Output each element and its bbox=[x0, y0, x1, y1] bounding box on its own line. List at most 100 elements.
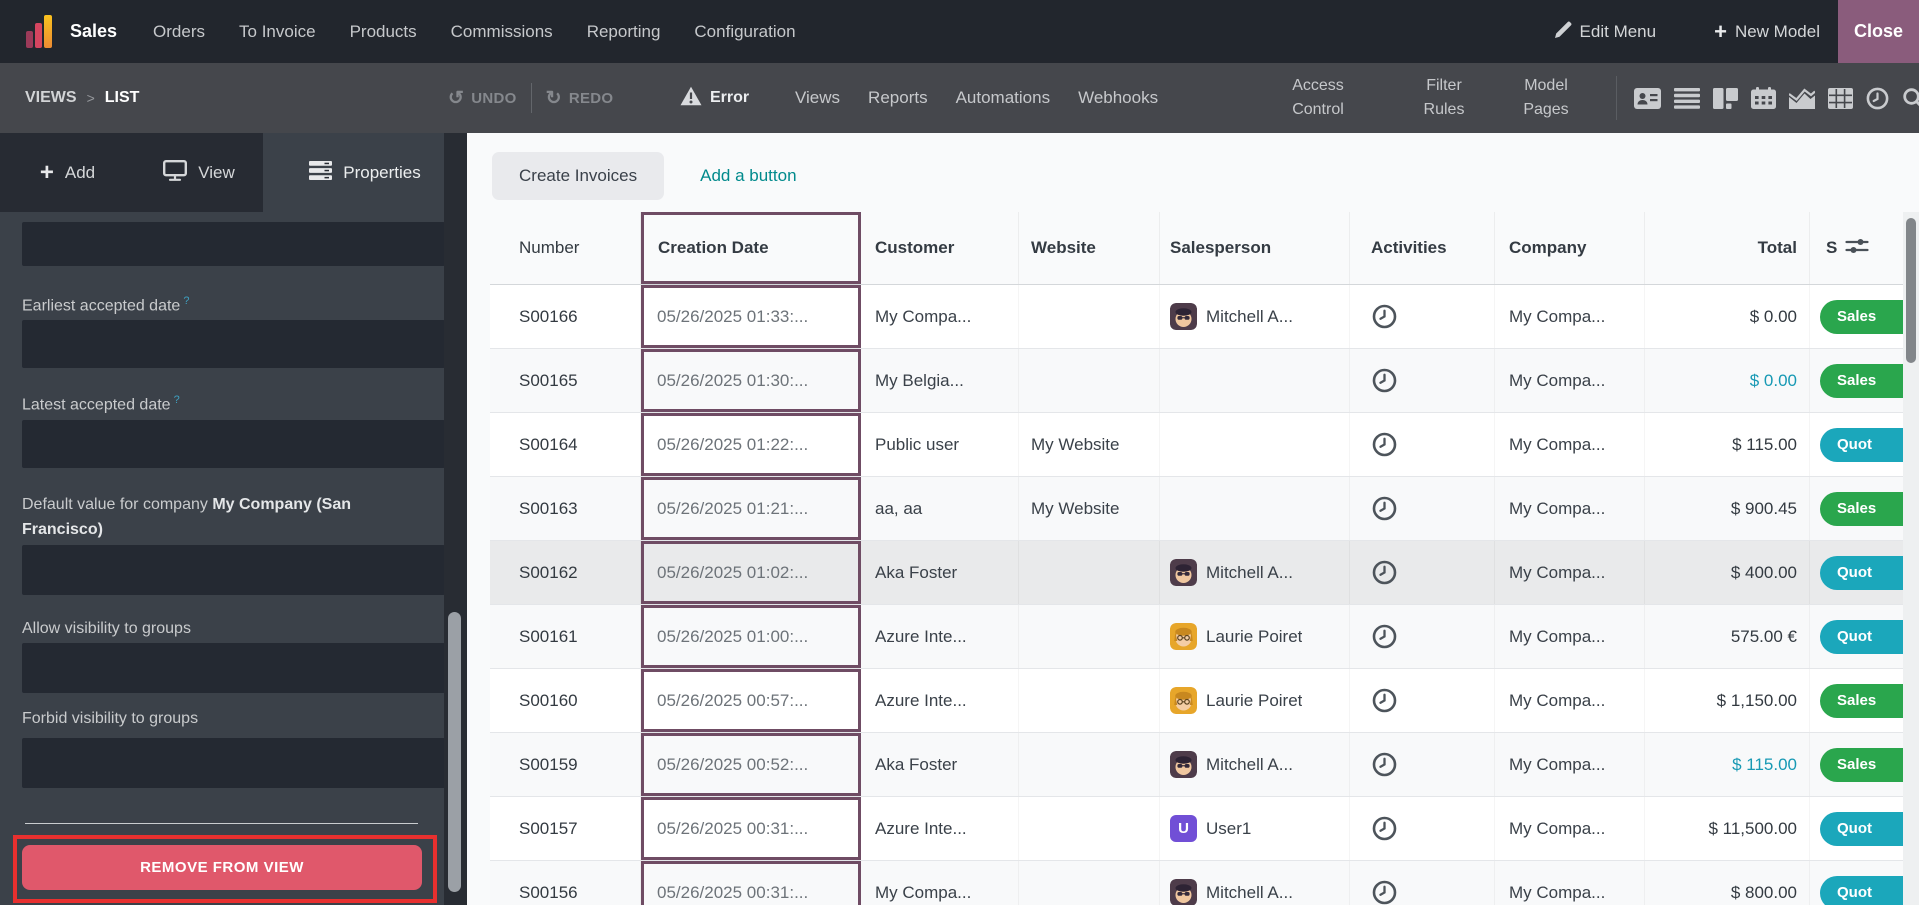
total-cell[interactable]: 575.00 € bbox=[1645, 605, 1810, 668]
sliders-icon[interactable] bbox=[1845, 236, 1869, 261]
total-cell[interactable]: $ 115.00 bbox=[1645, 733, 1810, 796]
table-row[interactable]: S00162 05/26/2025 01:02:... Aka Foster Mitc… bbox=[490, 541, 1904, 605]
activities-cell[interactable] bbox=[1350, 861, 1495, 905]
nav-item-configuration[interactable]: Configuration bbox=[694, 22, 795, 42]
new-model-button[interactable]: + New Model bbox=[1714, 20, 1820, 43]
status-cell[interactable]: Sales bbox=[1810, 285, 1904, 348]
status-cell[interactable]: Quot bbox=[1810, 861, 1904, 905]
column-header-company[interactable]: Company bbox=[1495, 212, 1645, 284]
customer-cell[interactable]: Aka Foster bbox=[861, 733, 1019, 796]
customer-cell[interactable]: aa, aa bbox=[861, 477, 1019, 540]
nav-item-orders[interactable]: Orders bbox=[153, 22, 205, 42]
creation-date-cell[interactable]: 05/26/2025 01:21:... bbox=[641, 477, 861, 540]
record-number-cell[interactable]: S00157 bbox=[490, 797, 641, 860]
status-cell[interactable]: Sales bbox=[1810, 349, 1904, 412]
toolbar-link-filter-rules[interactable]: Filter Rules bbox=[1398, 63, 1490, 133]
total-cell[interactable]: $ 800.00 bbox=[1645, 861, 1810, 905]
forbid-visibility-groups-input[interactable] bbox=[22, 738, 445, 788]
total-cell[interactable]: $ 11,500.00 bbox=[1645, 797, 1810, 860]
company-cell[interactable]: My Compa... bbox=[1495, 413, 1645, 476]
column-header-total[interactable]: Total bbox=[1645, 212, 1810, 284]
record-number-cell[interactable]: S00156 bbox=[490, 861, 641, 905]
status-cell[interactable]: Quot bbox=[1810, 413, 1904, 476]
total-cell[interactable]: $ 400.00 bbox=[1645, 541, 1810, 604]
pivot-view-icon[interactable] bbox=[1828, 87, 1853, 109]
activities-cell[interactable] bbox=[1350, 477, 1495, 540]
main-scrollbar-thumb[interactable] bbox=[1906, 218, 1916, 363]
latest-accepted-date-input[interactable] bbox=[22, 420, 445, 468]
apps-menu-icon[interactable] bbox=[26, 15, 52, 48]
record-number-cell[interactable]: S00159 bbox=[490, 733, 641, 796]
activities-cell[interactable] bbox=[1350, 669, 1495, 732]
total-cell[interactable]: $ 900.45 bbox=[1645, 477, 1810, 540]
close-studio-button[interactable]: Close bbox=[1838, 0, 1919, 63]
salesperson-cell[interactable] bbox=[1160, 349, 1350, 412]
record-number-cell[interactable]: S00161 bbox=[490, 605, 641, 668]
column-header-activities[interactable]: Activities bbox=[1350, 212, 1495, 284]
record-number-cell[interactable]: S00162 bbox=[490, 541, 641, 604]
list-view-icon[interactable] bbox=[1674, 87, 1700, 109]
column-header-number[interactable]: Number bbox=[490, 212, 641, 284]
clock-icon[interactable] bbox=[1371, 815, 1398, 842]
company-cell[interactable]: My Compa... bbox=[1495, 733, 1645, 796]
toolbar-link-webhooks[interactable]: Webhooks bbox=[1078, 88, 1158, 108]
total-cell[interactable]: $ 0.00 bbox=[1645, 349, 1810, 412]
company-cell[interactable]: My Compa... bbox=[1495, 605, 1645, 668]
remove-from-view-button[interactable]: REMOVE FROM VIEW bbox=[22, 845, 422, 890]
table-row[interactable]: S00156 05/26/2025 00:31:... My Compa... Mit… bbox=[490, 861, 1904, 905]
company-cell[interactable]: My Compa... bbox=[1495, 541, 1645, 604]
customer-cell[interactable]: Aka Foster bbox=[861, 541, 1019, 604]
customer-cell[interactable]: Azure Inte... bbox=[861, 669, 1019, 732]
allow-visibility-groups-input[interactable] bbox=[22, 643, 445, 693]
sidebar-scrollbar-thumb[interactable] bbox=[448, 612, 461, 892]
website-cell[interactable] bbox=[1019, 605, 1160, 668]
property-input-top[interactable] bbox=[22, 222, 445, 266]
default-company-input[interactable] bbox=[22, 545, 445, 595]
toolbar-link-access-control[interactable]: Access Control bbox=[1243, 63, 1393, 133]
creation-date-cell[interactable]: 05/26/2025 01:30:... bbox=[641, 349, 861, 412]
creation-date-cell[interactable]: 05/26/2025 00:52:... bbox=[641, 733, 861, 796]
clock-icon[interactable] bbox=[1371, 879, 1398, 905]
activities-cell[interactable] bbox=[1350, 733, 1495, 796]
website-cell[interactable] bbox=[1019, 797, 1160, 860]
salesperson-cell[interactable]: Mitchell A... bbox=[1160, 733, 1350, 796]
salesperson-cell[interactable]: Laurie Poiret bbox=[1160, 605, 1350, 668]
creation-date-cell[interactable]: 05/26/2025 00:31:... bbox=[641, 861, 861, 905]
record-number-cell[interactable]: S00164 bbox=[490, 413, 641, 476]
nav-item-reporting[interactable]: Reporting bbox=[587, 22, 661, 42]
toolbar-link-reports[interactable]: Reports bbox=[868, 88, 928, 108]
clock-icon[interactable] bbox=[1371, 367, 1398, 394]
column-header-creation-date[interactable]: Creation Date bbox=[641, 212, 861, 284]
salesperson-cell[interactable]: U User1 bbox=[1160, 797, 1350, 860]
status-cell[interactable]: Sales bbox=[1810, 733, 1904, 796]
activities-cell[interactable] bbox=[1350, 349, 1495, 412]
calendar-view-icon[interactable] bbox=[1751, 87, 1776, 109]
status-cell[interactable]: Quot bbox=[1810, 605, 1904, 668]
salesperson-cell[interactable]: Mitchell A... bbox=[1160, 285, 1350, 348]
salesperson-cell[interactable]: Mitchell A... bbox=[1160, 541, 1350, 604]
status-cell[interactable]: Sales bbox=[1810, 477, 1904, 540]
website-cell[interactable]: My Website bbox=[1019, 477, 1160, 540]
toolbar-link-model-pages[interactable]: Model Pages bbox=[1494, 63, 1598, 133]
customer-cell[interactable]: My Compa... bbox=[861, 285, 1019, 348]
clock-icon[interactable] bbox=[1371, 751, 1398, 778]
undo-button[interactable]: ↺ UNDO bbox=[448, 87, 517, 110]
table-row[interactable]: S00159 05/26/2025 00:52:... Aka Foster Mitc… bbox=[490, 733, 1904, 797]
table-row[interactable]: S00163 05/26/2025 01:21:... aa, aa My Websi… bbox=[490, 477, 1904, 541]
table-row[interactable]: S00157 05/26/2025 00:31:... Azure Inte... U… bbox=[490, 797, 1904, 861]
tab-add[interactable]: + Add bbox=[0, 133, 135, 212]
website-cell[interactable] bbox=[1019, 541, 1160, 604]
clock-icon[interactable] bbox=[1371, 431, 1398, 458]
edit-menu-button[interactable]: Edit Menu bbox=[1554, 21, 1656, 43]
nav-item-commissions[interactable]: Commissions bbox=[451, 22, 553, 42]
column-header-salesperson[interactable]: Salesperson bbox=[1160, 212, 1350, 284]
customer-cell[interactable]: Azure Inte... bbox=[861, 605, 1019, 668]
activity-view-icon[interactable] bbox=[1866, 87, 1889, 110]
nav-item-products[interactable]: Products bbox=[350, 22, 417, 42]
salesperson-cell[interactable] bbox=[1160, 413, 1350, 476]
clock-icon[interactable] bbox=[1371, 687, 1398, 714]
tab-properties[interactable]: Properties bbox=[263, 133, 467, 212]
redo-button[interactable]: ↻ REDO bbox=[546, 87, 614, 110]
app-name-sales[interactable]: Sales bbox=[70, 21, 117, 42]
error-button[interactable]: Error bbox=[680, 63, 749, 133]
